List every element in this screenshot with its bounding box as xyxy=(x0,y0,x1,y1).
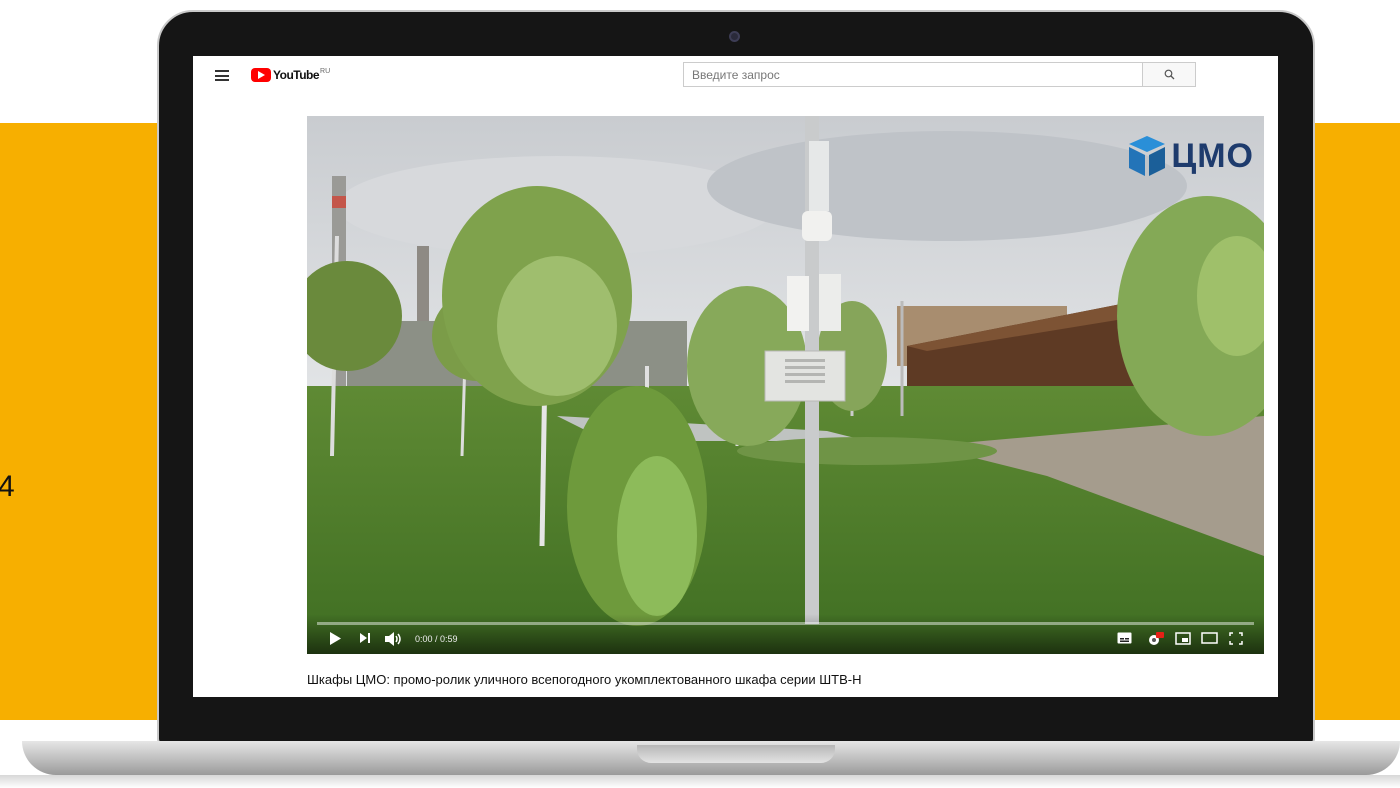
subtitles-icon[interactable] xyxy=(1117,632,1132,644)
video-time-display: 0:00 / 0:59 xyxy=(415,634,458,644)
search-icon xyxy=(1164,69,1174,80)
video-progress-bar[interactable] xyxy=(317,622,1254,625)
video-controls-bar: 0:00 / 0:59 xyxy=(307,614,1264,654)
menu-icon[interactable] xyxy=(215,70,229,81)
settings-hd-icon[interactable] xyxy=(1147,632,1164,646)
browser-screen: YouTube RU Введите запрос ЦМО 0:00 / 0:5… xyxy=(193,56,1278,697)
volume-icon[interactable] xyxy=(385,632,403,646)
video-frame-park-scene xyxy=(307,116,1264,654)
play-icon[interactable] xyxy=(329,632,342,645)
search-button[interactable] xyxy=(1143,62,1196,87)
search-box xyxy=(683,62,1143,87)
cmo-watermark-text: ЦМО xyxy=(1171,136,1254,175)
video-player[interactable]: ЦМО 0:00 / 0:59 xyxy=(307,116,1264,654)
youtube-logo-text: YouTube xyxy=(273,68,320,82)
youtube-logo[interactable]: YouTube RU xyxy=(251,68,330,82)
youtube-header: YouTube RU xyxy=(193,56,1278,97)
next-icon[interactable] xyxy=(359,632,371,644)
search-input[interactable] xyxy=(684,63,1142,86)
youtube-region-label: RU xyxy=(320,68,331,75)
partial-slide-number: 4 xyxy=(0,470,15,503)
theater-mode-icon[interactable] xyxy=(1201,632,1218,644)
laptop-lid-notch xyxy=(637,745,835,763)
video-title: Шкафы ЦМО: промо-ролик уличного всепогод… xyxy=(307,672,862,687)
youtube-play-logo-icon xyxy=(251,68,271,82)
cmo-watermark: ЦМО xyxy=(1127,134,1254,178)
cmo-cube-logo-icon xyxy=(1129,136,1166,176)
fullscreen-icon[interactable] xyxy=(1229,632,1243,645)
laptop-base-shadow xyxy=(0,775,1400,788)
miniplayer-icon[interactable] xyxy=(1175,632,1191,645)
laptop-camera-icon xyxy=(729,31,740,42)
